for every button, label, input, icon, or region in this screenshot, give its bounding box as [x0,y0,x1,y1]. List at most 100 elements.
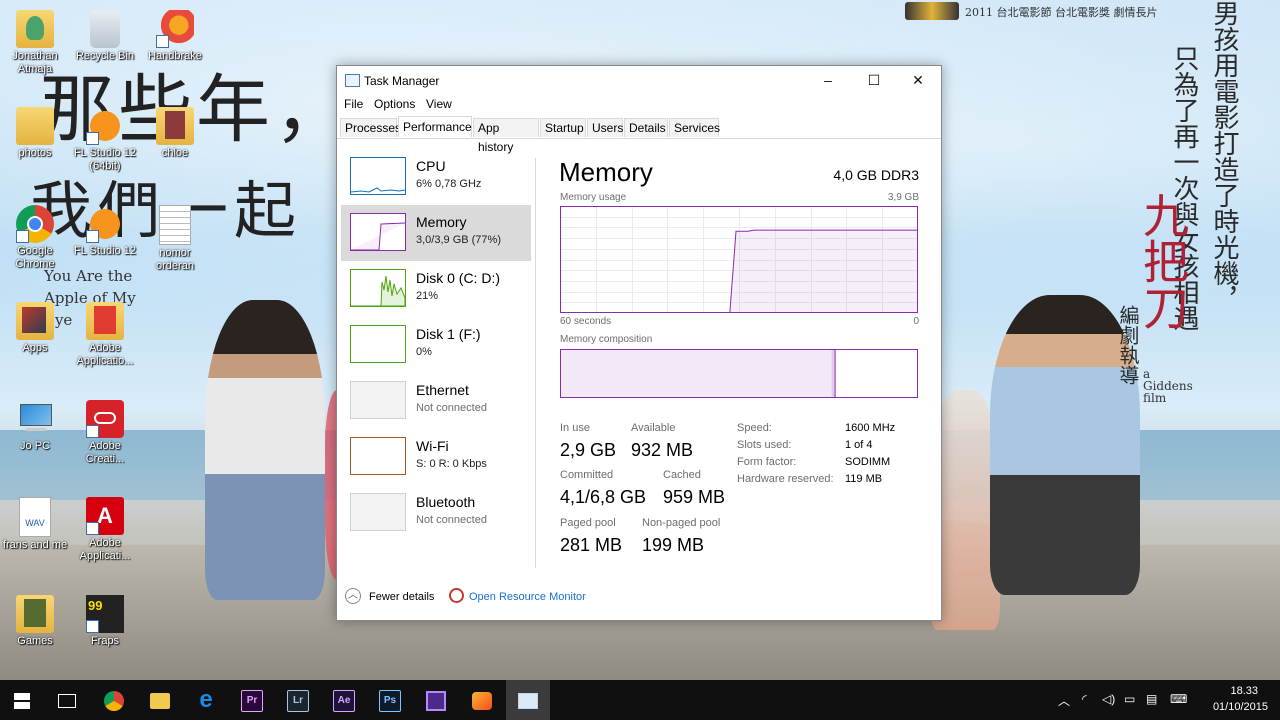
stat-cached-label: Cached [663,469,701,481]
desktop-icon-handbrake[interactable]: Handbrake [142,10,208,63]
photoshop-icon: Ps [379,690,401,713]
tab-services[interactable]: Services [669,118,720,137]
taskbar-chrome[interactable] [92,680,136,720]
cpu-thumbnail [350,157,406,195]
wifi-icon[interactable]: ◜ [1082,692,1087,706]
chevron-up-icon[interactable]: ︿ [1058,692,1070,709]
menu-options[interactable]: Options [374,97,415,111]
desktop-icon-fl-studio[interactable]: FL Studio 12 [72,205,138,258]
wav-file-icon: WAV [19,497,51,537]
desktop-icon-games[interactable]: Games [2,595,68,648]
desktop-icon-label: Apps [22,342,48,354]
tab-app-history[interactable]: App history [473,118,539,154]
desktop-icon-label: FL Studio 12 (64bit) [74,147,136,172]
award-logo [905,2,959,20]
desktop-icon-frans-and-me[interactable]: WAV frans and me [2,497,68,552]
wallpaper-award: 2011 台北電影節 台北電影獎 劇情長片 [965,6,1158,19]
desktop-icon-chloe[interactable]: chloe [142,107,208,160]
side-item-ethernet[interactable]: Ethernet Not connected [341,373,531,429]
title-bar[interactable]: Task Manager – ☐ ✕ [337,66,941,94]
fewer-details-button[interactable]: Fewer details [369,591,434,603]
graph-time-right: 0 [913,316,919,327]
stat-nonpaged-pool-label: Non-paged pool [642,517,721,529]
spec-form-factor-value: SODIMM [845,456,891,468]
side-item-value: 6% 0,78 GHz [416,178,482,190]
user-folder-icon [16,10,54,48]
wallpaper-sub: a Giddens film [1143,367,1193,405]
desktop-icon-user-folder[interactable]: Jonathan Atmaja [2,10,68,76]
windows-logo-icon [14,693,30,710]
side-item-disk1[interactable]: Disk 1 (F:) 0% [341,317,531,373]
taskbar-premiere[interactable]: Pr [230,680,274,720]
maximize-button[interactable]: ☐ [851,66,897,94]
chevron-up-icon[interactable]: ︿ [345,588,361,604]
tab-startup[interactable]: Startup [540,118,586,137]
side-item-name: Bluetooth [416,494,476,510]
spec-form-factor-label: Form factor: [737,456,797,468]
side-item-name: Disk 1 (F:) [416,326,481,342]
desktop-icon-apps[interactable]: Apps [2,302,68,355]
minimize-button[interactable]: – [805,66,851,94]
side-item-bluetooth[interactable]: Bluetooth Not connected [341,485,531,541]
open-resource-monitor-link[interactable]: Open Resource Monitor [469,591,586,603]
spec-slots-value: 1 of 4 [845,439,873,451]
tab-details[interactable]: Details [624,118,668,137]
battery-icon[interactable]: ▭ [1124,692,1135,706]
desktop-icon-label: Adobe Applicati... [79,537,131,562]
memory-usage-graph [560,206,918,313]
taskbar-file-explorer[interactable] [138,680,182,720]
desktop-icon-recycle-bin[interactable]: Recycle Bin [72,10,138,63]
folder-icon [16,107,54,145]
creative-cloud-icon [86,400,124,438]
taskbar-media-player[interactable] [460,680,504,720]
desktop-icon-adobe-creative-cloud[interactable]: Adobe Creati... [72,400,138,466]
desktop-icon-fraps[interactable]: 99 Fraps [72,595,138,648]
desktop-icon-adobe-application[interactable]: A Adobe Applicati... [72,497,138,563]
wallpaper-credit: 編劇執導 [1116,305,1140,385]
taskbar-cpu-app[interactable] [414,680,458,720]
tab-processes[interactable]: Processes [340,118,401,137]
folder-icon [156,107,194,145]
close-button[interactable]: ✕ [895,66,941,94]
side-item-cpu[interactable]: CPU 6% 0,78 GHz [341,149,531,205]
taskbar-task-manager[interactable] [506,680,550,720]
desktop-icon-adobe-applications[interactable]: Adobe Applicatio... [72,302,138,368]
volume-icon[interactable]: ◁) [1102,692,1115,706]
tab-users[interactable]: Users [587,118,623,137]
desktop-icon-label: Games [17,635,53,647]
desktop-icon-photos[interactable]: photos [2,107,68,160]
folder-icon [16,595,54,633]
clock-time[interactable]: 18.33 [1230,685,1258,697]
side-item-memory[interactable]: Memory 3,0/3,9 GB (77%) [341,205,531,261]
desktop-icon-fl-studio-64[interactable]: FL Studio 12 (64bit) [72,107,138,173]
chrome-icon [16,205,54,243]
window-title: Task Manager [364,74,440,88]
clock-date[interactable]: 01/10/2015 [1213,701,1268,713]
taskbar-lightroom[interactable]: Lr [276,680,320,720]
side-item-disk0[interactable]: Disk 0 (C: D:) 21% [341,261,531,317]
side-item-wifi[interactable]: Wi-Fi S: 0 R: 0 Kbps [341,429,531,485]
taskbar-photoshop[interactable]: Ps [368,680,412,720]
taskbar-edge[interactable]: e [184,680,228,720]
folder-icon [150,693,170,710]
edge-icon: e [199,686,213,713]
desktop-icon-jo-pc[interactable]: Jo PC [2,400,68,453]
folder-icon [16,302,54,340]
desktop-icon-chrome[interactable]: Google Chrome [2,205,68,271]
stat-committed-label: Committed [560,469,614,481]
side-item-value: 3,0/3,9 GB (77%) [416,234,501,246]
menu-view[interactable]: View [426,97,452,111]
notification-icon[interactable]: ▤ [1146,692,1157,706]
desktop-icon-label: nomor orderan [156,247,194,272]
premiere-icon: Pr [241,690,263,713]
taskbar-after-effects[interactable]: Ae [322,680,366,720]
keyboard-icon[interactable]: ⌨ [1170,692,1187,706]
desktop-icon-nomor-orderan[interactable]: nomor orderan [142,205,208,273]
start-button[interactable] [0,680,44,720]
side-item-value: Not connected [416,514,487,526]
tab-performance[interactable]: Performance [398,116,472,137]
fl-studio-icon [86,107,124,145]
task-view-button[interactable] [45,680,89,720]
side-item-value: S: 0 R: 0 Kbps [416,458,487,470]
menu-file[interactable]: File [344,97,363,111]
